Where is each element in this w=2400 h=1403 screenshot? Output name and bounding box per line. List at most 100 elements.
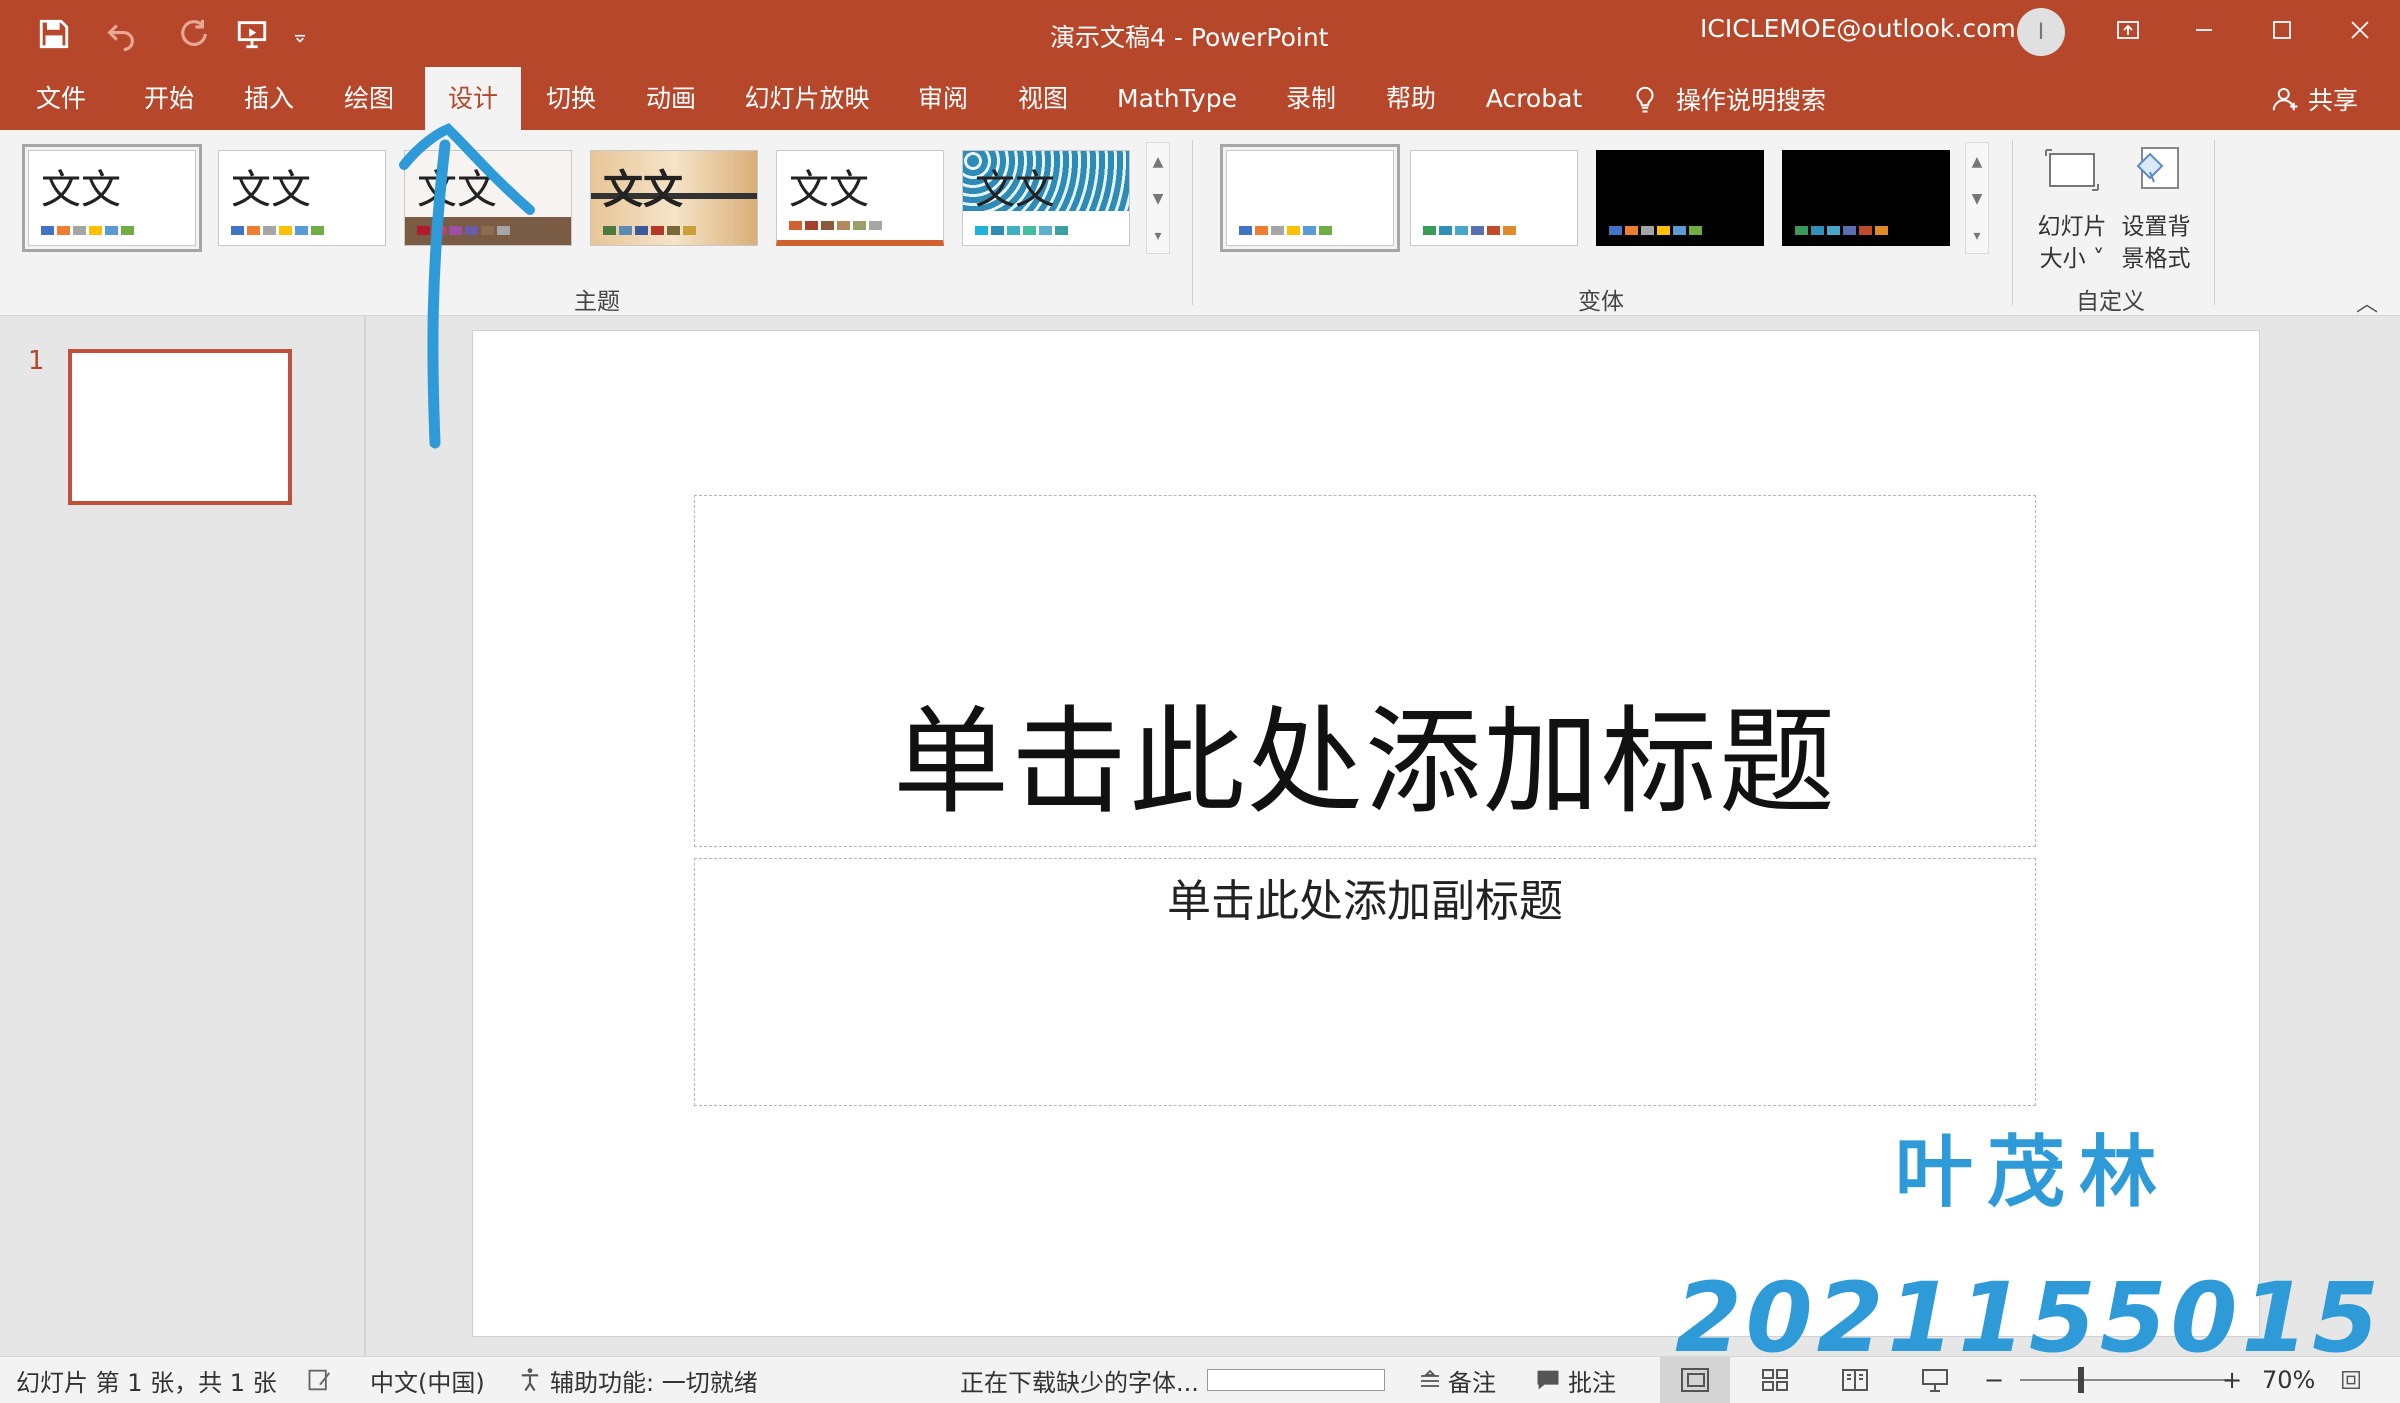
annotation-arrow <box>399 123 535 449</box>
tab-acrobat[interactable]: Acrobat <box>1476 67 1592 130</box>
scroll-up-icon[interactable]: ▲ <box>1147 143 1169 180</box>
slideshow-view-icon[interactable] <box>1900 1357 1970 1403</box>
subtitle-placeholder[interactable]: 单击此处添加副标题 <box>694 858 2036 1106</box>
font-download-progress <box>1206 1369 1385 1391</box>
minimize-icon[interactable] <box>2166 0 2242 60</box>
notes-icon <box>1421 1369 1439 1387</box>
share-button[interactable]: 共享 <box>2270 67 2358 130</box>
tab-view[interactable]: 视图 <box>1000 67 1086 130</box>
present-from-beginning-icon[interactable] <box>222 0 282 67</box>
tab-record[interactable]: 录制 <box>1268 67 1354 130</box>
theme-swatches <box>603 226 696 235</box>
theme-sample-text: 文文 <box>231 167 311 213</box>
tab-mathtype[interactable]: MathType <box>1110 67 1244 130</box>
slides-pane: 1 <box>0 316 366 1356</box>
slide-size-label: 幻灯片 <box>2037 214 2107 240</box>
theme-ink[interactable]: 文文 <box>590 150 758 246</box>
variants-group-label: 变体 <box>1578 289 1624 315</box>
variant-swatches <box>1423 226 1516 235</box>
slide-number: 1 <box>28 346 45 376</box>
annotation-name: 叶茂林 <box>1895 1128 2172 1218</box>
ribbon-display-options-icon[interactable] <box>2090 0 2166 60</box>
tab-slideshow[interactable]: 幻灯片放映 <box>738 67 876 130</box>
variant-1[interactable] <box>1220 144 1400 252</box>
theme-retrospect[interactable]: 文文 <box>776 150 944 246</box>
title-bar: 演示文稿4 - PowerPoint ICICLEMOE@outlook.com… <box>0 0 2400 67</box>
slide-size-label-2: 大小 ˅ <box>2039 246 2105 272</box>
slide-info[interactable]: 幻灯片 第 1 张，共 1 张 <box>16 1357 277 1403</box>
group-separator <box>2214 140 2215 305</box>
theme-swatches <box>789 221 882 230</box>
tab-animations[interactable]: 动画 <box>628 67 714 130</box>
account-email[interactable]: ICICLEMOE@outlook.com <box>1700 14 2016 43</box>
more-variants-icon[interactable]: ▾ <box>1966 217 1988 254</box>
slide-size-icon <box>2045 149 2099 191</box>
notes-button[interactable]: 备注 <box>1418 1357 1496 1403</box>
themes-group-label: 主题 <box>574 289 620 315</box>
save-icon[interactable] <box>24 0 84 67</box>
format-background-button[interactable]: 设置背 景格式 <box>2114 142 2198 275</box>
variant-4[interactable] <box>1782 150 1950 246</box>
accessibility-status[interactable]: 辅助功能: 一切就绪 <box>516 1357 758 1403</box>
customize-qat-icon[interactable] <box>280 0 320 67</box>
slide-thumbnail[interactable] <box>68 349 292 505</box>
theme-sample-text: 文文 <box>975 167 1055 213</box>
zoom-slider[interactable] <box>2020 1379 2230 1381</box>
theme-swatches <box>231 226 324 235</box>
group-separator <box>1192 140 1193 305</box>
theme-circuit[interactable]: 文文 <box>962 150 1130 246</box>
document-title: 演示文稿4 - PowerPoint <box>1050 23 1329 52</box>
redo-icon[interactable] <box>164 0 224 67</box>
slide-size-button[interactable]: 幻灯片 大小 ˅ <box>2030 142 2114 275</box>
zoom-in-button[interactable]: + <box>2222 1357 2242 1403</box>
font-download-label: 正在下载缺少的字体... <box>960 1368 1199 1397</box>
font-download-status: 正在下载缺少的字体... <box>960 1357 1385 1403</box>
variant-swatches <box>1795 226 1888 235</box>
title-placeholder[interactable]: 单击此处添加标题 <box>694 495 2036 847</box>
variant-3[interactable] <box>1596 150 1764 246</box>
scroll-up-icon[interactable]: ▲ <box>1966 143 1988 180</box>
collapse-ribbon-icon[interactable]: ︿ <box>2356 286 2378 318</box>
normal-view-icon[interactable] <box>1660 1357 1730 1403</box>
comments-label: 批注 <box>1568 1368 1616 1397</box>
reading-view-icon[interactable] <box>1820 1357 1890 1403</box>
format-background-label: 设置背 <box>2121 214 2191 240</box>
person-icon <box>2272 87 2298 110</box>
zoom-out-button[interactable]: − <box>1984 1357 2004 1403</box>
close-icon[interactable] <box>2322 0 2398 60</box>
format-background-label-2: 景格式 <box>2121 246 2191 272</box>
tab-review[interactable]: 审阅 <box>900 67 986 130</box>
theme-office-2[interactable]: 文文 <box>218 150 386 246</box>
accessibility-label: 辅助功能: 一切就绪 <box>550 1368 758 1397</box>
tell-me-search[interactable]: 操作说明搜索 <box>1630 67 1826 130</box>
tab-home[interactable]: 开始 <box>126 67 212 130</box>
undo-icon[interactable] <box>86 0 156 67</box>
scroll-down-icon[interactable]: ▼ <box>1966 180 1988 217</box>
variants-scroll[interactable]: ▲ ▼ ▾ <box>1965 142 1989 254</box>
theme-office[interactable]: 文文 <box>22 144 202 252</box>
comments-button[interactable]: 批注 <box>1534 1357 1616 1403</box>
avatar[interactable]: I <box>2017 8 2065 56</box>
fit-to-window-icon[interactable] <box>2340 1357 2362 1403</box>
scroll-down-icon[interactable]: ▼ <box>1147 180 1169 217</box>
title-placeholder-text: 单击此处添加标题 <box>893 695 1837 830</box>
zoom-level[interactable]: 70% <box>2262 1357 2315 1403</box>
tab-help[interactable]: 帮助 <box>1368 67 1454 130</box>
theme-sample-text: 文文 <box>789 167 869 213</box>
accessibility-icon <box>521 1368 539 1392</box>
theme-swatches <box>975 226 1068 235</box>
slide-sorter-icon[interactable] <box>1740 1357 1810 1403</box>
tab-file[interactable]: 文件 <box>18 67 104 130</box>
variant-swatches <box>1609 226 1702 235</box>
themes-scroll[interactable]: ▲ ▼ ▾ <box>1146 142 1170 254</box>
zoom-slider-thumb[interactable] <box>2078 1367 2084 1393</box>
tab-insert[interactable]: 插入 <box>226 67 312 130</box>
group-separator <box>2012 140 2013 305</box>
spell-check-icon[interactable] <box>306 1357 334 1403</box>
language-indicator[interactable]: 中文(中国) <box>370 1357 485 1403</box>
format-background-icon <box>2136 147 2179 189</box>
variant-swatches <box>1239 226 1332 235</box>
more-themes-icon[interactable]: ▾ <box>1147 217 1169 254</box>
variant-2[interactable] <box>1410 150 1578 246</box>
maximize-icon[interactable] <box>2244 0 2320 60</box>
